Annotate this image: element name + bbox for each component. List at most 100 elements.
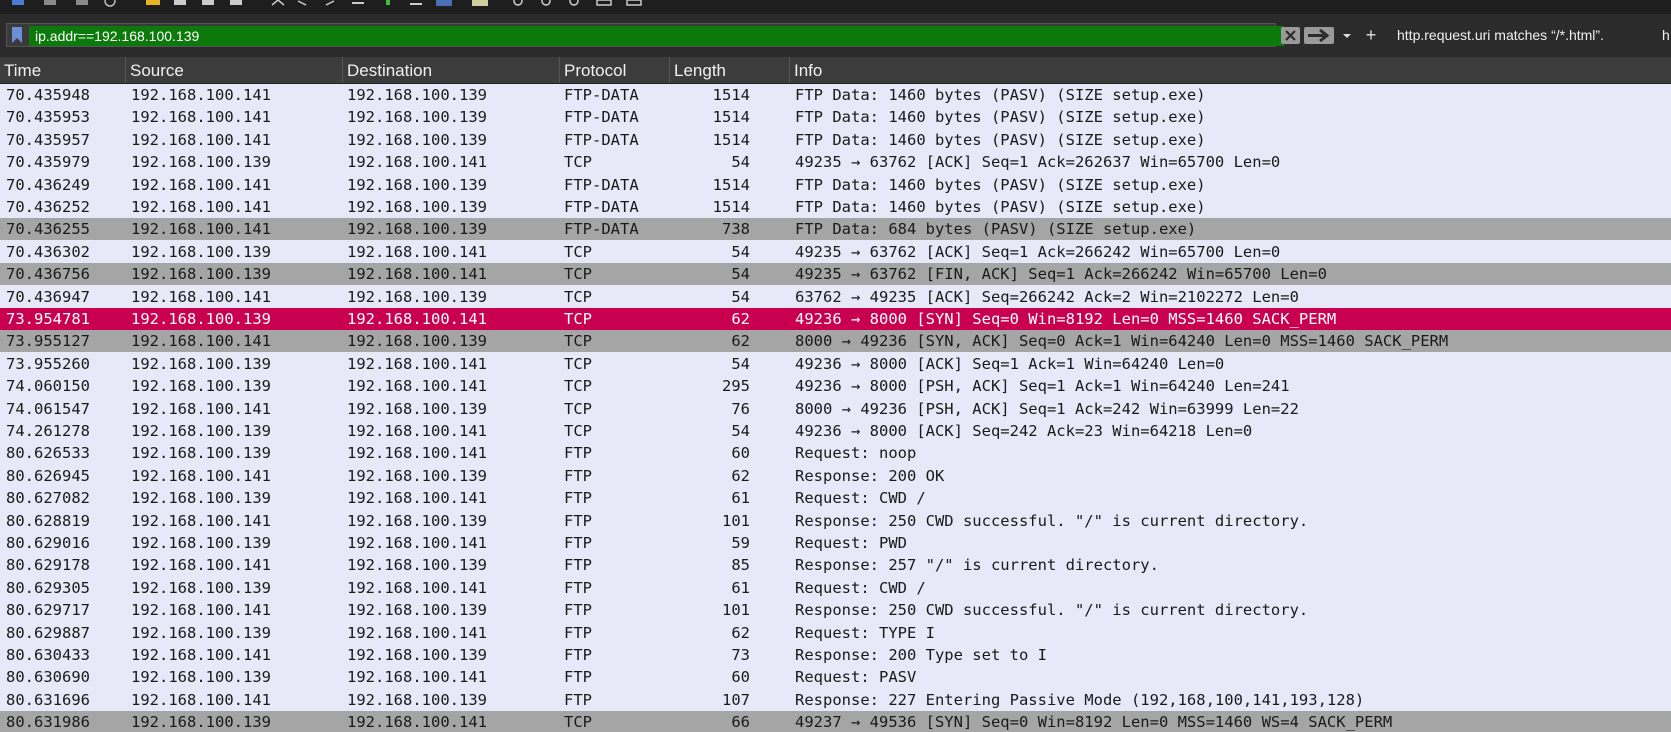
table-row[interactable]: 70.435979 192.168.100.139 192.168.100.141 T… — [0, 151, 1671, 174]
cell-time: 73.955260 — [6, 354, 90, 373]
cell-time: 80.629178 — [6, 556, 90, 575]
table-row[interactable]: 73.955260 192.168.100.139 192.168.100.141 T… — [0, 352, 1671, 375]
cell-protocol: TCP — [564, 422, 592, 440]
column-header-destination[interactable]: Destination — [343, 57, 560, 83]
stop-capture-icon[interactable] — [42, 0, 58, 7]
column-header-source[interactable]: Source — [126, 57, 343, 83]
normal-size-icon[interactable] — [566, 0, 582, 7]
cell-source: 192.168.100.139 — [131, 310, 271, 328]
table-row[interactable]: 80.630433 192.168.100.141 192.168.100.139 F… — [0, 644, 1671, 666]
go-forward-icon[interactable] — [322, 0, 338, 7]
table-row[interactable]: 80.629016 192.168.100.139 192.168.100.141 F… — [0, 532, 1671, 554]
save-file-icon[interactable] — [172, 0, 188, 7]
zoom-out-icon[interactable] — [538, 0, 554, 7]
table-row[interactable]: 70.435957 192.168.100.141 192.168.100.139 F… — [0, 128, 1671, 151]
cell-protocol: FTP — [564, 466, 592, 485]
cell-destination: 192.168.100.141 — [347, 354, 487, 373]
cell-protocol: FTP — [564, 511, 592, 530]
cell-length: 54 — [731, 354, 750, 373]
table-row[interactable]: 80.629178 192.168.100.141 192.168.100.139 F… — [0, 554, 1671, 577]
table-row[interactable]: 74.060150 192.168.100.139 192.168.100.141 T… — [0, 375, 1671, 398]
cell-length: 54 — [731, 242, 750, 261]
table-row[interactable]: 80.629717 192.168.100.141 192.168.100.139 F… — [0, 599, 1671, 622]
restart-capture-icon[interactable] — [74, 0, 90, 7]
cell-info: Request: noop — [795, 444, 917, 463]
cell-info: Response: 200 OK — [795, 466, 945, 485]
table-row[interactable]: 80.626945 192.168.100.141 192.168.100.139 F… — [0, 464, 1671, 487]
chevron-down-icon[interactable] — [1340, 28, 1354, 44]
cell-length: 62 — [731, 332, 750, 351]
table-row[interactable]: 70.436255 192.168.100.141 192.168.100.139 F… — [0, 218, 1671, 241]
table-row[interactable]: 80.631986 192.168.100.139 192.168.100.141 T… — [0, 711, 1671, 732]
cell-time: 73.954781 — [6, 310, 90, 328]
table-row[interactable]: 73.955127 192.168.100.141 192.168.100.139 T… — [0, 330, 1671, 353]
table-row[interactable]: 70.435948 192.168.100.141 192.168.100.139 F… — [0, 84, 1671, 106]
table-row[interactable]: 80.629887 192.168.100.139 192.168.100.141 F… — [0, 621, 1671, 644]
last-packet-icon[interactable] — [408, 0, 424, 7]
autoscroll-icon[interactable] — [436, 0, 452, 7]
cell-time: 70.436756 — [6, 265, 90, 284]
start-capture-icon[interactable] — [10, 0, 26, 7]
cell-destination: 192.168.100.139 — [347, 601, 487, 620]
cell-source: 192.168.100.141 — [131, 175, 271, 194]
resize-columns-icon[interactable] — [596, 0, 612, 7]
cell-source: 192.168.100.141 — [131, 220, 271, 239]
column-header-length[interactable]: Length — [670, 57, 790, 83]
reload-file-icon[interactable] — [228, 0, 244, 7]
table-row[interactable]: 73.954781 192.168.100.139 192.168.100.141 T… — [0, 308, 1671, 330]
cell-destination: 192.168.100.139 — [347, 198, 487, 216]
cell-time: 80.631986 — [6, 713, 90, 732]
expand-all-icon[interactable] — [626, 0, 642, 7]
bookmark-icon[interactable] — [11, 27, 23, 43]
display-filter-input[interactable] — [29, 26, 1284, 46]
table-row[interactable]: 80.628819 192.168.100.141 192.168.100.139 F… — [0, 509, 1671, 532]
table-row[interactable]: 70.436252 192.168.100.141 192.168.100.139 F… — [0, 196, 1671, 218]
table-row[interactable]: 70.436249 192.168.100.141 192.168.100.139 F… — [0, 173, 1671, 196]
table-row[interactable]: 80.629305 192.168.100.139 192.168.100.141 F… — [0, 576, 1671, 599]
table-row[interactable]: 70.435953 192.168.100.141 192.168.100.139 F… — [0, 106, 1671, 129]
apply-filter-button[interactable] — [1304, 27, 1334, 44]
cell-info: 49236 → 8000 [ACK] Seq=1 Ack=1 Win=64240… — [795, 354, 1225, 373]
capture-options-icon[interactable] — [102, 0, 118, 7]
cell-length: 62 — [731, 466, 750, 485]
table-row[interactable]: 74.061547 192.168.100.141 192.168.100.139 T… — [0, 397, 1671, 420]
cell-destination: 192.168.100.141 — [347, 265, 487, 284]
cell-time: 80.630433 — [6, 646, 90, 664]
add-filter-button[interactable]: + — [1362, 24, 1380, 46]
table-row[interactable]: 80.630690 192.168.100.139 192.168.100.141 F… — [0, 666, 1671, 689]
table-row[interactable]: 70.436302 192.168.100.139 192.168.100.141 T… — [0, 240, 1671, 263]
cell-length: 101 — [722, 511, 750, 530]
first-packet-icon[interactable] — [380, 0, 396, 7]
cell-info: 63762 → 49235 [ACK] Seq=266242 Ack=2 Win… — [795, 287, 1299, 306]
cell-time: 70.435957 — [6, 130, 90, 149]
table-row[interactable]: 80.626533 192.168.100.139 192.168.100.141 F… — [0, 442, 1671, 465]
table-row[interactable]: 80.627082 192.168.100.139 192.168.100.141 F… — [0, 487, 1671, 510]
filter-field-frame — [6, 23, 1284, 47]
table-row[interactable]: 74.261278 192.168.100.139 192.168.100.141 T… — [0, 420, 1671, 442]
close-file-icon[interactable] — [200, 0, 216, 7]
cell-time: 80.631696 — [6, 690, 90, 709]
cell-time: 70.436249 — [6, 175, 90, 194]
column-header-protocol[interactable]: Protocol — [560, 57, 670, 83]
saved-filter-button-2[interactable]: h — [1662, 25, 1670, 45]
column-header-time[interactable]: Time — [0, 57, 126, 83]
cell-source: 192.168.100.141 — [131, 466, 271, 485]
colorize-icon[interactable] — [472, 0, 488, 7]
cell-source: 192.168.100.141 — [131, 646, 271, 664]
find-packet-icon[interactable] — [270, 0, 286, 7]
column-header-info[interactable]: Info — [790, 57, 1671, 83]
go-to-packet-icon[interactable] — [350, 0, 366, 7]
open-file-icon[interactable] — [145, 0, 161, 7]
zoom-in-icon[interactable] — [510, 0, 526, 7]
cell-info: 49235 → 63762 [FIN, ACK] Seq=1 Ack=26624… — [795, 265, 1327, 284]
cell-info: FTP Data: 1460 bytes (PASV) (SIZE setup.… — [795, 175, 1206, 194]
go-back-icon[interactable] — [294, 0, 310, 7]
table-row[interactable]: 70.436756 192.168.100.139 192.168.100.141 T… — [0, 263, 1671, 286]
packet-list[interactable]: 70.435948 192.168.100.141 192.168.100.139 F… — [0, 84, 1671, 732]
cell-protocol: FTP — [564, 489, 592, 508]
table-row[interactable]: 80.631696 192.168.100.141 192.168.100.139 F… — [0, 688, 1671, 711]
table-row[interactable]: 70.436947 192.168.100.141 192.168.100.139 T… — [0, 285, 1671, 308]
clear-filter-button[interactable] — [1281, 27, 1300, 44]
saved-filter-button-1[interactable]: http.request.uri matches “/*.html”. — [1397, 25, 1604, 45]
cell-time: 80.626945 — [6, 466, 90, 485]
